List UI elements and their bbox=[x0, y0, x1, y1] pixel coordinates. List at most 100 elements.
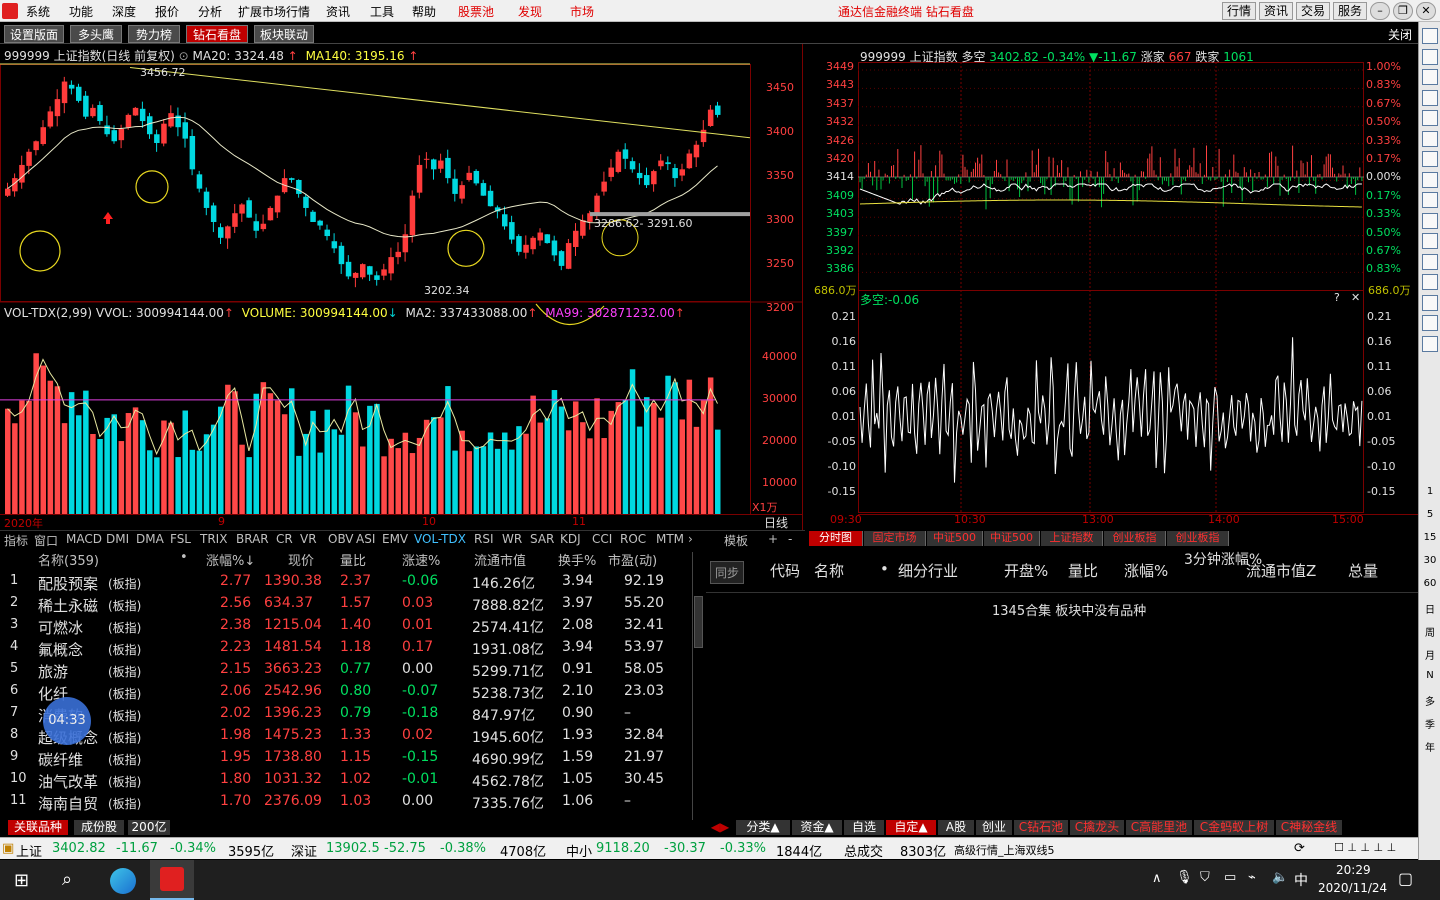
indicator-obv[interactable]: OBV bbox=[328, 532, 354, 546]
tool-button-12[interactable] bbox=[1422, 274, 1438, 290]
stock-col-header-9[interactable]: 总量 bbox=[1348, 560, 1378, 581]
bottom-right-tab-4[interactable]: A股 bbox=[938, 820, 974, 835]
quote-button[interactable]: 行情 bbox=[1222, 2, 1256, 20]
menu-ext-market[interactable]: 扩展市场行情 bbox=[238, 3, 310, 20]
bottom-tab-2[interactable]: 200亿 bbox=[128, 820, 170, 835]
period-4-button[interactable]: 60 bbox=[1422, 578, 1438, 589]
battery-icon[interactable]: ▭ bbox=[1224, 870, 1236, 885]
windows-start-icon[interactable]: ⊞ bbox=[14, 870, 29, 891]
indicator-dma[interactable]: DMA bbox=[136, 532, 164, 546]
tool-button-15[interactable] bbox=[1422, 335, 1438, 352]
period-10-button[interactable]: 季 bbox=[1422, 716, 1438, 731]
bottom-tab-0[interactable]: 关联品种 bbox=[8, 820, 68, 835]
bottom-right-tab-2[interactable]: 自选 bbox=[844, 820, 884, 835]
indicator-vol-tdx[interactable]: VOL-TDX bbox=[414, 532, 466, 546]
clock-date[interactable]: 2020/11/24 bbox=[1318, 881, 1387, 895]
sector-tab-6[interactable]: 创业板指 bbox=[1167, 531, 1229, 546]
tool-button-8[interactable] bbox=[1422, 192, 1438, 208]
table-row[interactable]: 7消费软(板指)2.021396.230.79-0.18847.97亿0.90– bbox=[0, 702, 706, 725]
indicator-window[interactable]: 窗口 bbox=[34, 532, 58, 549]
bottom-right-tab-7[interactable]: C擒龙头 bbox=[1070, 820, 1124, 835]
tool-button-6[interactable] bbox=[1422, 151, 1438, 167]
col-header-1[interactable]: • bbox=[180, 550, 188, 565]
tab-diamond[interactable]: 钻石看盘 bbox=[186, 25, 248, 43]
table-row[interactable]: 2 稀土永磁 (板指) 2.56 634.37 1.57 0.03 7888.82亿 3.97 5… bbox=[0, 592, 706, 615]
period-label[interactable]: 日线 bbox=[764, 514, 788, 531]
menu-discover[interactable]: 发现 bbox=[518, 3, 542, 20]
indicator-next-icon[interactable]: › bbox=[688, 532, 693, 546]
help-icon[interactable]: ? bbox=[1334, 291, 1340, 304]
close-icon[interactable]: ✕ bbox=[1416, 2, 1436, 20]
clock-time[interactable]: 20:29 bbox=[1336, 863, 1371, 877]
table-scrollbar[interactable] bbox=[692, 552, 704, 820]
table-row[interactable]: 1 配股预案 (板指) 2.77 1390.38 2.37 -0.06 146.26亿 3.94… bbox=[0, 570, 706, 593]
col-header-3[interactable]: 现价 bbox=[288, 550, 314, 569]
table-row[interactable]: 6 化纤 (板指) 2.06 2542.96 0.80 -0.07 5238.73亿 2.10 2… bbox=[0, 680, 706, 703]
nav-arrows-icon[interactable]: ◀▶ bbox=[708, 820, 732, 835]
indicator-emv[interactable]: EMV bbox=[382, 532, 408, 546]
stock-col-header-1[interactable]: 名称 bbox=[814, 560, 844, 581]
table-row[interactable]: 9 碳纤维 (板指) 1.95 1738.80 1.15 -0.15 4690.99亿 1.59… bbox=[0, 746, 706, 769]
tray-chevron-icon[interactable]: ∧ bbox=[1152, 871, 1162, 886]
col-header-8[interactable]: 市盈(动) bbox=[608, 550, 657, 569]
restore-icon[interactable]: ❐ bbox=[1393, 2, 1413, 20]
indicator-vr[interactable]: VR bbox=[300, 532, 317, 546]
indicator-trix[interactable]: TRIX bbox=[200, 532, 227, 546]
tab-bull-eagle[interactable]: 多头鹰 bbox=[70, 25, 122, 43]
col-header-6[interactable]: 流通市值 bbox=[474, 550, 526, 569]
indicator-cr[interactable]: CR bbox=[276, 532, 293, 546]
stock-col-header-3[interactable]: 细分行业 bbox=[898, 560, 958, 581]
period-2-button[interactable]: 15 bbox=[1422, 532, 1438, 543]
close-panel-button[interactable]: 关闭 bbox=[1388, 26, 1412, 43]
stock-col-header-2[interactable]: • bbox=[880, 560, 889, 578]
trade-button[interactable]: 交易 bbox=[1296, 2, 1330, 20]
bottom-right-tab-10[interactable]: C神秘金线 bbox=[1276, 820, 1342, 835]
bottom-right-tab-0[interactable]: 分类▲ bbox=[736, 820, 790, 835]
indicator-sar[interactable]: SAR bbox=[530, 532, 554, 546]
menu-market[interactable]: 市场 bbox=[570, 3, 594, 20]
period-3-button[interactable]: 30 bbox=[1422, 555, 1438, 566]
menu-analysis[interactable]: 分析 bbox=[198, 3, 222, 20]
template-template-button[interactable]: 模板 bbox=[724, 532, 748, 549]
tool-button-0[interactable] bbox=[1422, 28, 1438, 44]
volume-icon[interactable]: 🔈 bbox=[1272, 870, 1288, 885]
tool-button-5[interactable] bbox=[1422, 130, 1438, 147]
period-9-button[interactable]: 多 bbox=[1422, 693, 1438, 708]
sector-tab-2[interactable]: 中证500 bbox=[927, 531, 983, 546]
indicator-fsl[interactable]: FSL bbox=[170, 532, 191, 546]
stock-col-header-8[interactable]: 流通市值Z bbox=[1246, 560, 1316, 581]
tab-sector-link[interactable]: 板块联动 bbox=[254, 25, 314, 43]
indicator-roc[interactable]: ROC bbox=[620, 532, 646, 546]
tool-button-7[interactable] bbox=[1422, 171, 1438, 188]
ime-indicator[interactable]: 中 bbox=[1294, 870, 1308, 890]
indicator-cci[interactable]: CCI bbox=[592, 532, 612, 546]
shield-icon[interactable]: ⛉ bbox=[1200, 870, 1210, 885]
edge-browser-icon[interactable] bbox=[110, 868, 136, 894]
tab-power-rank[interactable]: 势力榜 bbox=[128, 25, 180, 43]
settings-icon[interactable]: ⊙ bbox=[179, 49, 189, 63]
table-row[interactable]: 8超级概念(板指)1.981475.231.330.021945.60亿1.93… bbox=[0, 724, 706, 747]
bottom-right-tab-1[interactable]: 资金▲ bbox=[792, 820, 842, 835]
tool-button-13[interactable] bbox=[1422, 294, 1438, 311]
bottom-right-tab-9[interactable]: C金蚂蚁上树 bbox=[1194, 820, 1274, 835]
table-row[interactable]: 4 氟概念 (板指) 2.23 1481.54 1.18 0.17 1931.08亿 3.94 5… bbox=[0, 636, 706, 659]
stock-col-header-6[interactable]: 涨幅% bbox=[1124, 560, 1168, 581]
mic-icon[interactable]: 🎙 bbox=[1176, 870, 1193, 885]
sector-tab-4[interactable]: 上证指数 bbox=[1041, 531, 1103, 546]
tool-button-1[interactable] bbox=[1422, 48, 1438, 65]
col-header-4[interactable]: 量比 bbox=[340, 550, 366, 569]
search-icon[interactable]: ⌕ bbox=[62, 869, 72, 890]
news-button[interactable]: 资讯 bbox=[1259, 2, 1293, 20]
tool-button-10[interactable] bbox=[1422, 233, 1438, 249]
stock-col-header-5[interactable]: 量比 bbox=[1068, 560, 1098, 581]
period-11-button[interactable]: 年 bbox=[1422, 739, 1438, 754]
notification-icon[interactable]: ▢ bbox=[1398, 869, 1413, 888]
status-tools-icon[interactable]: ☐ ⊥ ⊥ ⊥ ⊥ bbox=[1334, 841, 1396, 854]
template-zoom-in-button[interactable]: + bbox=[768, 532, 778, 546]
bottom-right-tab-8[interactable]: C高能里池 bbox=[1126, 820, 1192, 835]
network-icon[interactable]: ⌁ bbox=[1248, 870, 1256, 885]
period-6-button[interactable]: 周 bbox=[1422, 624, 1438, 639]
indicator-zhibiao[interactable]: 指标 bbox=[4, 532, 28, 549]
menu-news[interactable]: 资讯 bbox=[326, 3, 350, 20]
template-zoom-out-button[interactable]: - bbox=[788, 532, 792, 546]
